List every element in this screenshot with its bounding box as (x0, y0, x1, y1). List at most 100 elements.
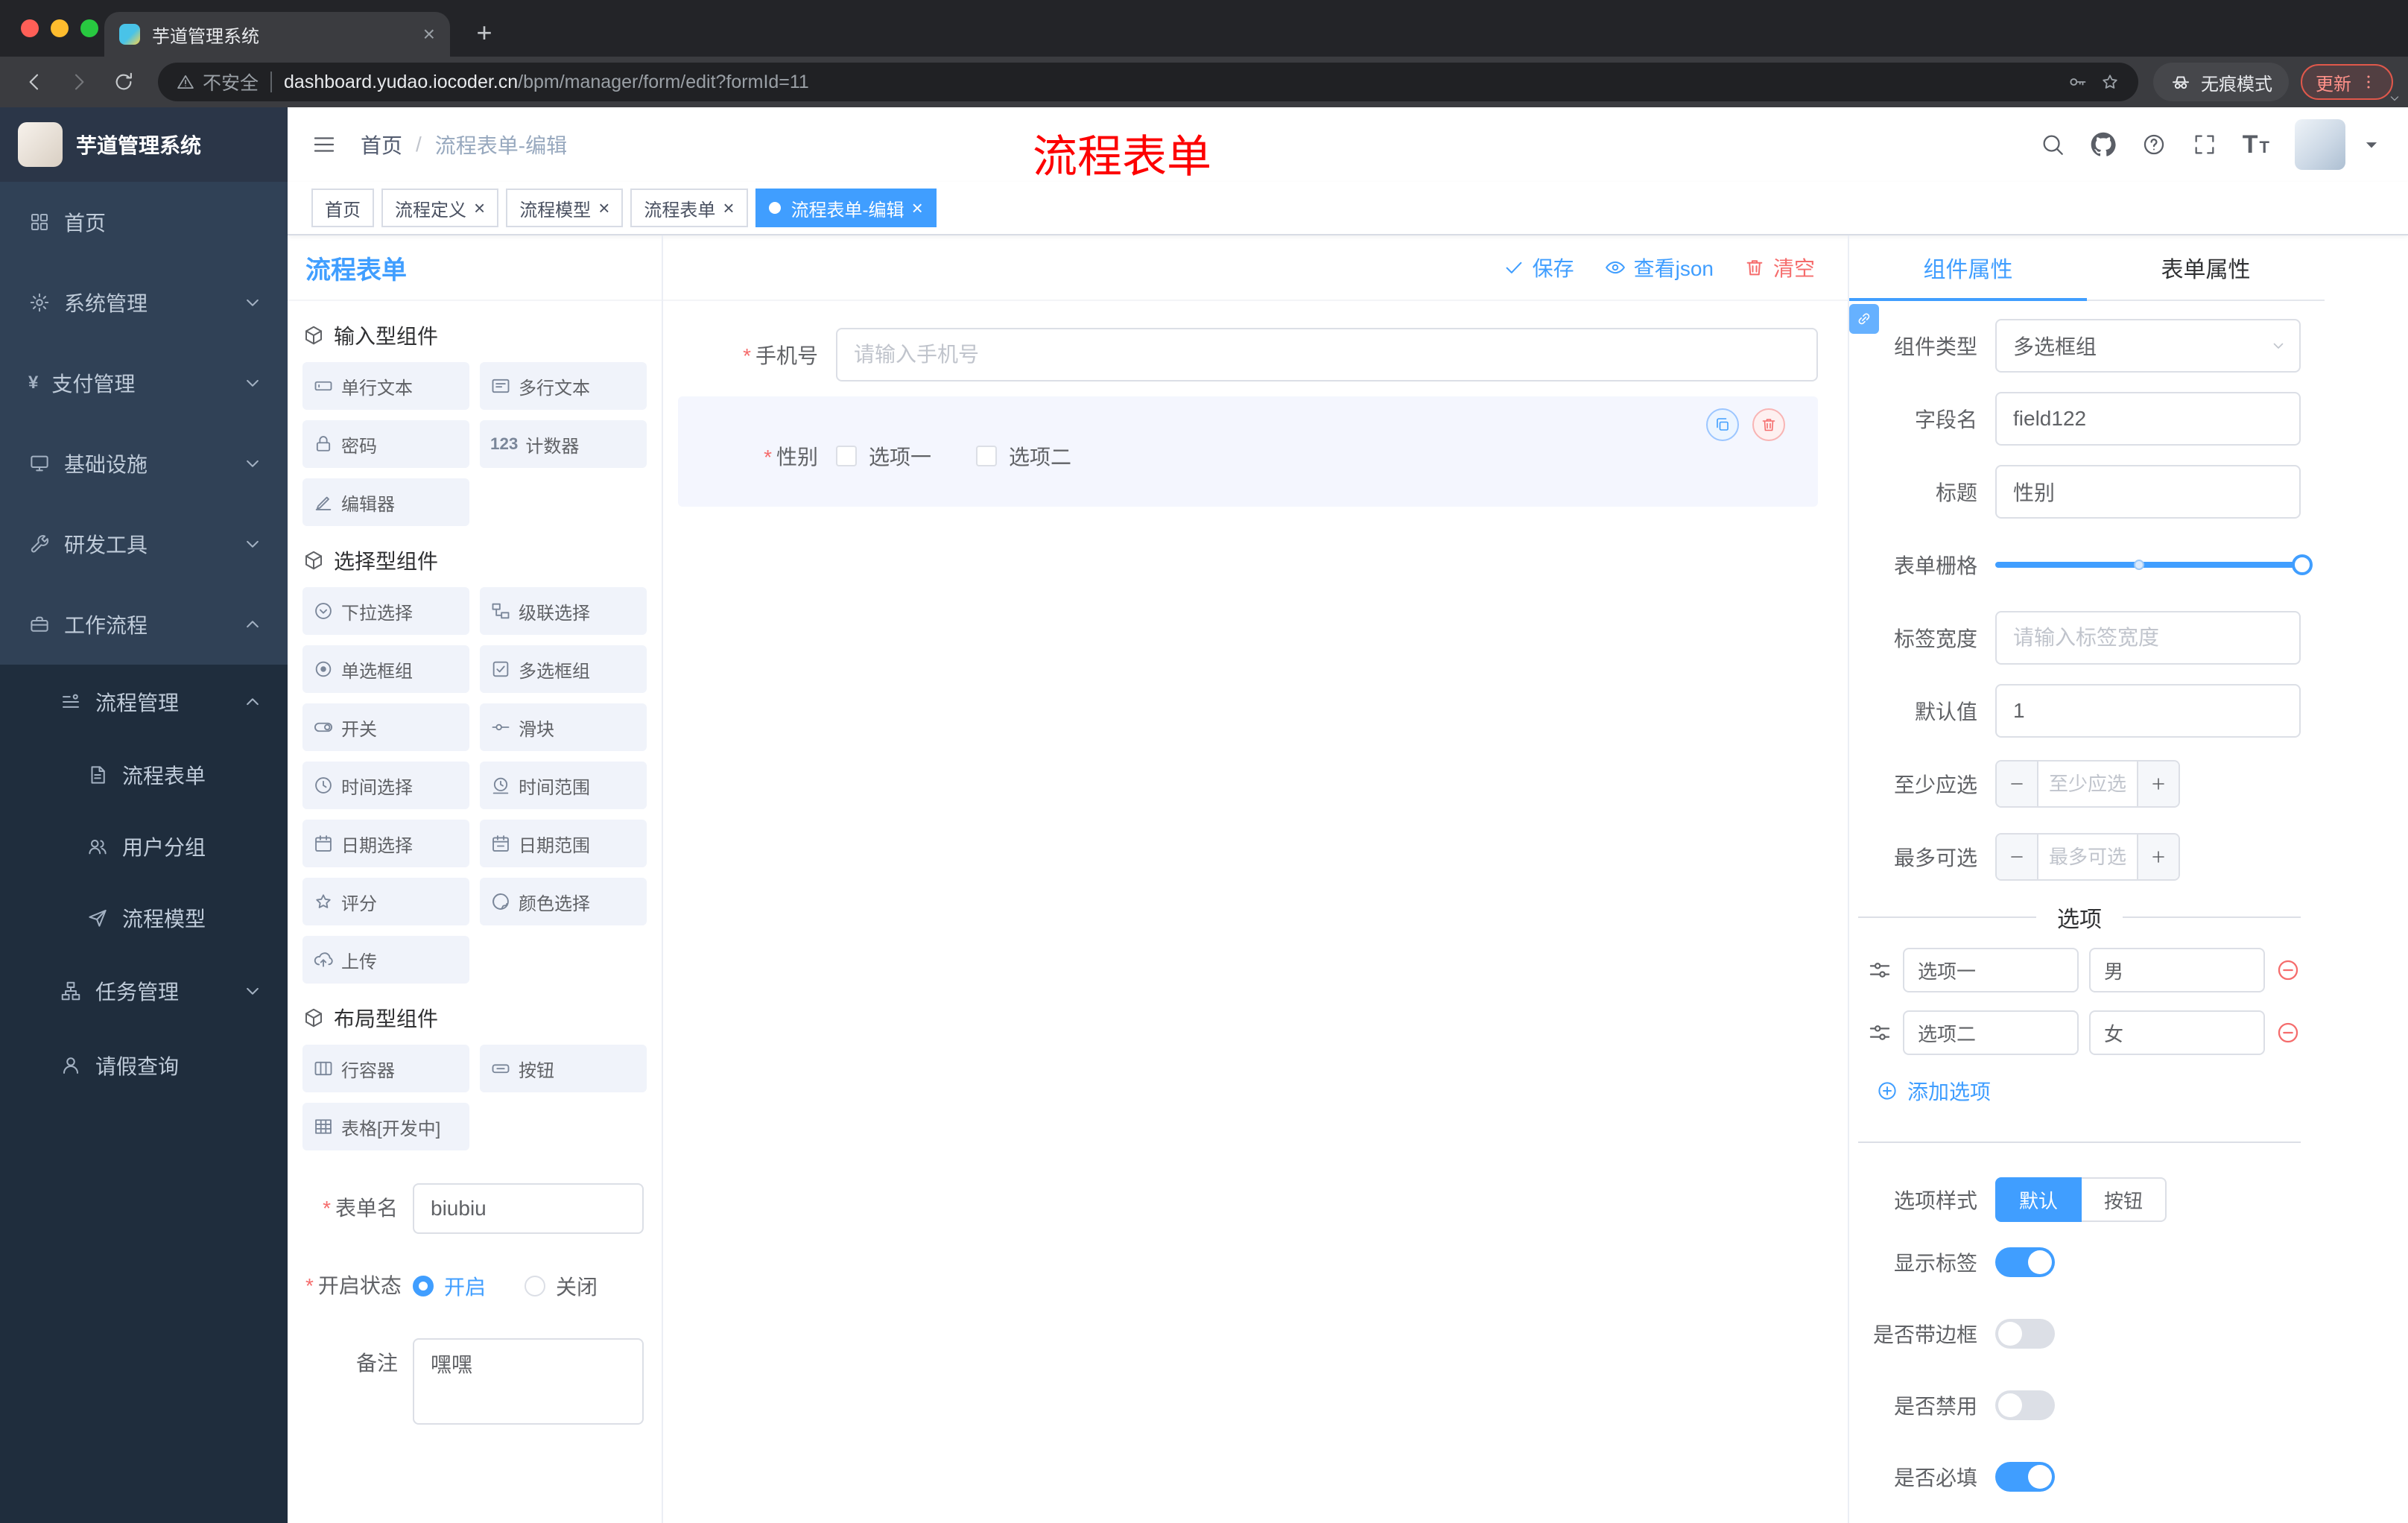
browser-menu-icon[interactable] (2359, 72, 2378, 92)
tag-流程表单-编辑[interactable]: 流程表单-编辑 × (755, 189, 937, 227)
tag-close-icon[interactable]: × (474, 198, 485, 218)
sidebar-item-process-manage[interactable]: 流程管理 (0, 665, 288, 739)
password-key-icon[interactable] (2067, 72, 2088, 92)
tag-流程定义[interactable]: 流程定义 × (381, 189, 499, 227)
decrease-button[interactable] (1997, 762, 2038, 806)
palette-item-级联选择[interactable]: 级联选择 (480, 587, 647, 635)
sidebar-item-home[interactable]: 首页 (0, 182, 288, 262)
search-icon[interactable] (2040, 132, 2065, 157)
palette-item-滑块[interactable]: 滑块 (480, 703, 647, 751)
clear-button[interactable]: 清空 (1743, 253, 1815, 282)
canvas-field-gender[interactable]: 性别 选项一 选项二 (678, 396, 1818, 507)
tab-component-props[interactable]: 组件属性 (1849, 235, 2087, 301)
sidebar-item-system[interactable]: 系统管理 (0, 262, 288, 343)
sidebar-item-process-model[interactable]: 流程模型 (0, 882, 288, 954)
palette-item-多选框组[interactable]: 多选框组 (480, 645, 647, 693)
radio-closed[interactable]: 关闭 (525, 1271, 598, 1301)
help-icon[interactable] (2141, 132, 2167, 157)
increase-button[interactable] (2137, 762, 2179, 806)
option-value-input[interactable] (2089, 948, 2265, 992)
style-button-button[interactable]: 按钮 (2082, 1177, 2167, 1222)
reload-icon[interactable] (104, 63, 143, 101)
tab-close-icon[interactable]: × (423, 22, 435, 46)
palette-item-行容器[interactable]: 行容器 (302, 1045, 469, 1092)
palette-item-开关[interactable]: 开关 (302, 703, 469, 751)
max-select-input[interactable] (2038, 835, 2137, 879)
github-icon[interactable] (2091, 132, 2116, 157)
tag-流程模型[interactable]: 流程模型 × (506, 189, 624, 227)
sidebar-item-devtools[interactable]: 研发工具 (0, 504, 288, 584)
breadcrumb-home[interactable]: 首页 (361, 130, 402, 159)
palette-item-评分[interactable]: 评分 (302, 878, 469, 925)
option-value-input[interactable] (2089, 1010, 2265, 1055)
url-bar[interactable]: 不安全 dashboard.yudao.iocoder.cn/bpm/manag… (158, 63, 2138, 101)
tag-首页[interactable]: 首页 (311, 189, 374, 227)
zoom-window-button[interactable] (80, 19, 98, 37)
palette-item-上传[interactable]: 上传 (302, 936, 469, 984)
option-label-input[interactable] (1903, 948, 2079, 992)
close-window-button[interactable] (21, 19, 39, 37)
save-button[interactable]: 保存 (1503, 253, 1574, 282)
default-value-input[interactable] (1995, 684, 2301, 738)
field-name-input[interactable] (1995, 392, 2301, 446)
back-icon[interactable] (15, 63, 54, 101)
toolbar-caret-icon[interactable] (2387, 91, 2402, 106)
radio-open[interactable]: 开启 (413, 1271, 486, 1301)
option-label-input[interactable] (1903, 1010, 2079, 1055)
sidebar-item-infra[interactable]: 基础设施 (0, 423, 288, 504)
update-button[interactable]: 更新 (2301, 64, 2393, 100)
new-tab-button[interactable]: + (465, 13, 504, 52)
bookmark-star-icon[interactable] (2100, 72, 2120, 92)
style-default-button[interactable]: 默认 (1995, 1177, 2082, 1222)
palette-item-按钮[interactable]: 按钮 (480, 1045, 647, 1092)
palette-item-颜色选择[interactable]: 颜色选择 (480, 878, 647, 925)
toggle-是否禁用[interactable] (1995, 1390, 2055, 1420)
phone-input[interactable] (836, 328, 1818, 381)
component-type-select[interactable]: 多选框组 (1995, 319, 2301, 373)
palette-item-单行文本[interactable]: 单行文本 (302, 362, 469, 410)
hamburger-icon[interactable] (311, 132, 337, 157)
view-json-button[interactable]: 查看json (1604, 253, 1714, 282)
toggle-显示标签[interactable] (1995, 1247, 2055, 1277)
forward-icon[interactable] (60, 63, 98, 101)
slider-handle[interactable] (2292, 554, 2313, 575)
checkbox-icon[interactable] (976, 446, 998, 466)
drag-handle-icon[interactable] (1867, 1020, 1892, 1045)
remove-option-button[interactable] (2275, 957, 2301, 983)
tag-close-icon[interactable]: × (723, 198, 734, 218)
palette-item-日期范围[interactable]: 日期范围 (480, 820, 647, 867)
fullscreen-icon[interactable] (2192, 132, 2217, 157)
avatar-caret-icon[interactable] (2359, 132, 2384, 157)
sidebar-item-payment[interactable]: ¥ 支付管理 (0, 343, 288, 423)
avatar[interactable] (2295, 119, 2345, 170)
palette-item-时间选择[interactable]: 时间选择 (302, 762, 469, 809)
toggle-是否带边框[interactable] (1995, 1319, 2055, 1349)
checkbox-icon[interactable] (836, 446, 857, 466)
toggle-是否必填[interactable] (1995, 1462, 2055, 1492)
copy-field-button[interactable] (1706, 408, 1739, 441)
sidebar-item-process-form[interactable]: 流程表单 (0, 739, 288, 811)
form-remark-input[interactable]: 嘿嘿 (413, 1338, 644, 1425)
palette-item-日期选择[interactable]: 日期选择 (302, 820, 469, 867)
palette-item-编辑器[interactable]: 编辑器 (302, 478, 469, 526)
form-name-input[interactable] (413, 1183, 644, 1234)
palette-item-表格[开发中][interactable]: 表格[开发中] (302, 1103, 469, 1150)
palette-item-密码[interactable]: 密码 (302, 420, 469, 468)
gender-option-2[interactable]: 选项二 (976, 441, 1071, 471)
min-select-input[interactable] (2038, 762, 2137, 806)
tag-流程表单[interactable]: 流程表单 × (630, 189, 748, 227)
sidebar-item-user-group[interactable]: 用户分组 (0, 811, 288, 882)
increase-button[interactable] (2137, 835, 2179, 879)
delete-field-button[interactable] (1752, 408, 1785, 441)
palette-item-时间范围[interactable]: 时间范围 (480, 762, 647, 809)
remove-option-button[interactable] (2275, 1020, 2301, 1045)
drag-handle-icon[interactable] (1867, 957, 1892, 983)
title-input[interactable] (1995, 465, 2301, 519)
decrease-button[interactable] (1997, 835, 2038, 879)
gender-option-1[interactable]: 选项一 (836, 441, 931, 471)
tag-close-icon[interactable]: × (598, 198, 609, 218)
add-option-button[interactable]: 添加选项 (1876, 1076, 1991, 1106)
palette-item-计数器[interactable]: 123 计数器 (480, 420, 647, 468)
tab-form-props[interactable]: 表单属性 (2087, 235, 2325, 300)
slider-track[interactable] (1995, 554, 2313, 575)
